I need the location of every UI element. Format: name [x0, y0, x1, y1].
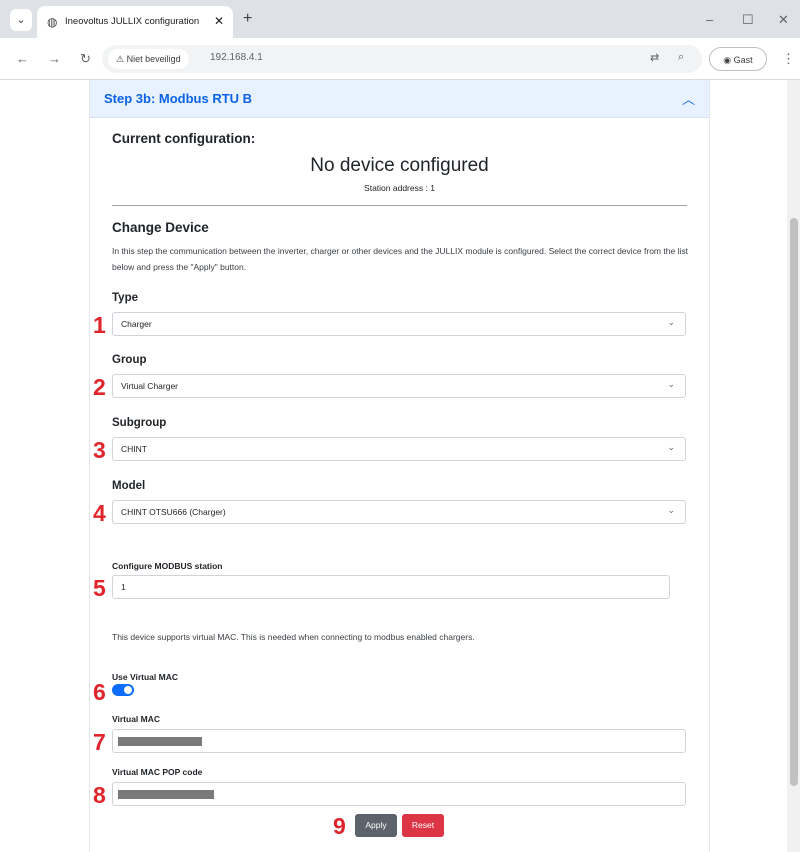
security-label: Niet beveiligd [126, 54, 181, 64]
station-address: Station address : 1 [364, 183, 435, 193]
marker-9: 9 [333, 813, 346, 839]
subgroup-select-value: CHINT [121, 444, 147, 454]
maximize-icon[interactable]: ☐ [742, 12, 754, 28]
chevron-up-icon[interactable]: ︿ [682, 89, 695, 108]
model-select[interactable]: CHINT OTSU666 (Charger) ⌄ [112, 500, 686, 524]
address-bar[interactable]: ⚠ Niet beveiligd 192.168.4.1 ⇄ ⌕ [102, 45, 702, 73]
marker-2: 2 [93, 374, 106, 400]
page-scrollbar-thumb[interactable] [790, 218, 798, 786]
tab-close-icon[interactable]: ✕ [214, 14, 224, 28]
virtual-mac-pop-label: Virtual MAC POP code [112, 767, 203, 777]
group-select[interactable]: Virtual Charger ⌄ [112, 374, 686, 398]
virtual-mac-input[interactable] [112, 729, 686, 753]
marker-8: 8 [93, 782, 106, 808]
profile-button[interactable]: ◉ Gast [709, 47, 767, 71]
type-select[interactable]: Charger ⌄ [112, 312, 686, 336]
modbus-station-value: 1 [121, 582, 126, 592]
model-select-value: CHINT OTSU666 (Charger) [121, 507, 226, 517]
virtual-mac-pop-input[interactable] [112, 782, 686, 806]
profile-label: Gast [733, 55, 753, 65]
marker-4: 4 [93, 500, 106, 526]
toggle-knob [124, 686, 132, 694]
new-tab-icon[interactable]: + [243, 10, 252, 28]
chevron-down-icon: ⌄ [667, 442, 675, 452]
window-close-icon[interactable]: ✕ [778, 12, 789, 28]
chevron-down-icon: ⌄ [667, 317, 675, 327]
reload-icon[interactable]: ↻ [80, 51, 91, 67]
change-device-heading: Change Device [112, 220, 209, 235]
change-device-description: In this step the communication between t… [112, 246, 688, 272]
profile-icon: ◉ [723, 55, 732, 65]
modbus-station-label: Configure MODBUS station [112, 561, 223, 571]
redacted-value [118, 790, 214, 799]
translate-icon[interactable]: ⇄ [650, 51, 659, 64]
use-virtual-mac-label: Use Virtual MAC [112, 672, 178, 682]
modbus-station-input[interactable]: 1 [112, 575, 670, 599]
group-select-value: Virtual Charger [121, 381, 179, 391]
active-tab[interactable]: ◍ Ineovoltus JULLIX configuration ✕ [37, 6, 233, 38]
tab-search-dropdown-icon[interactable]: ⌄ [10, 9, 32, 31]
accordion-title: Step 3b: Modbus RTU B [104, 91, 253, 106]
security-chip[interactable]: ⚠ Niet beveiligd [108, 49, 189, 69]
group-label: Group [112, 354, 147, 366]
globe-icon: ◍ [47, 15, 58, 29]
marker-1: 1 [93, 312, 106, 338]
back-arrow-icon[interactable]: ← [16, 51, 29, 66]
type-label: Type [112, 292, 138, 304]
zoom-icon[interactable]: ⌕ [678, 51, 684, 64]
marker-3: 3 [93, 437, 106, 463]
chevron-down-icon: ⌄ [667, 379, 675, 389]
virtual-mac-label: Virtual MAC [112, 714, 161, 724]
minimize-icon[interactable]: – [706, 12, 713, 27]
type-select-value: Charger [121, 319, 152, 329]
url-text: 192.168.4.1 [210, 52, 263, 63]
divider [112, 205, 687, 206]
current-config-heading: Current configuration: [112, 131, 256, 146]
device-status: No device configured [310, 155, 489, 176]
virtual-mac-note: This device supports virtual MAC. This i… [112, 632, 475, 642]
apply-button[interactable]: Apply [355, 814, 397, 837]
warning-icon: ⚠ [116, 54, 125, 64]
redacted-value [118, 737, 202, 746]
subgroup-label: Subgroup [112, 417, 167, 429]
reset-button[interactable]: Reset [402, 814, 444, 837]
model-label: Model [112, 480, 146, 492]
marker-6: 6 [93, 679, 106, 705]
chevron-down-icon: ⌄ [667, 505, 675, 515]
subgroup-select[interactable]: CHINT ⌄ [112, 437, 686, 461]
kebab-menu-icon[interactable]: ⋮ [782, 51, 795, 67]
marker-7: 7 [93, 729, 106, 755]
use-virtual-mac-toggle[interactable] [112, 684, 134, 696]
marker-5: 5 [93, 575, 106, 601]
forward-arrow-icon[interactable]: → [48, 51, 61, 66]
tab-title: Ineovoltus JULLIX configuration [65, 16, 200, 27]
accordion-header[interactable]: Step 3b: Modbus RTU B ︿ [90, 80, 709, 118]
